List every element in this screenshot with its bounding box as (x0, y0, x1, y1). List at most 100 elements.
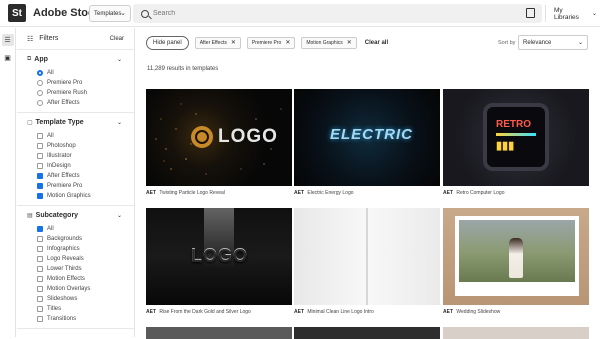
template-thumbnail[interactable]: LOGO (146, 208, 292, 305)
checkbox[interactable] (37, 163, 43, 169)
template-badge: AET (443, 190, 453, 196)
checkbox[interactable] (37, 306, 43, 312)
template-thumbnail[interactable]: RETRO ▮▮▮ (443, 89, 589, 186)
filter-option[interactable]: Motion Effects (17, 274, 134, 284)
chevron-down-icon: ⌄ (591, 11, 597, 17)
radio-button[interactable] (37, 90, 43, 96)
template-card[interactable]: LOGO AET Twisting Particle Logo Reveal (146, 89, 292, 196)
filter-chip[interactable]: Motion Graphics ✕ (301, 36, 357, 49)
template-thumbnail[interactable] (146, 327, 292, 339)
filter-option[interactable]: InDesign (17, 161, 134, 171)
filter-option[interactable]: Logo Reveals (17, 254, 134, 264)
radio-button[interactable] (37, 80, 43, 86)
hide-panel-button[interactable]: Hide panel (146, 35, 189, 50)
template-card[interactable] (443, 327, 589, 339)
filter-option[interactable]: Backgrounds (17, 234, 134, 244)
filters-panel: ☷ Filters Clear ⧉ App ⌄ All Premiere Pro P… (17, 28, 135, 337)
sort-select[interactable]: Relevance ⌄ (518, 35, 588, 50)
checkbox[interactable] (37, 193, 43, 199)
filter-option[interactable]: Transitions (17, 314, 134, 324)
card-title[interactable]: Twisting Particle Logo Reveal (159, 190, 225, 196)
checkbox[interactable] (37, 183, 43, 189)
filters-toggle-icon[interactable]: ☰ (1, 34, 14, 46)
checkbox[interactable] (37, 286, 43, 292)
radio-button[interactable] (37, 100, 43, 106)
search-bar[interactable] (133, 4, 542, 23)
template-icon: ▢ (27, 119, 33, 126)
my-libraries-button[interactable]: My Libraries ⌄ (545, 5, 597, 22)
template-type-header[interactable]: ▢ Template Type ⌄ (17, 113, 134, 131)
filter-option[interactable]: Infographics (17, 244, 134, 254)
filter-chip[interactable]: After Effects ✕ (194, 36, 241, 49)
template-thumbnail[interactable]: ELECTRIC (294, 89, 440, 186)
thumbnail-text: ELECTRIC (330, 126, 413, 143)
checkbox[interactable] (37, 316, 43, 322)
card-title[interactable]: Retro Computer Logo (456, 190, 504, 196)
results-area: Hide panel After Effects ✕ Premiere Pro ✕ … (136, 28, 600, 339)
template-card[interactable]: MEMORABLE EVENTS AET Wedding Slideshow (443, 208, 589, 315)
filter-option[interactable]: Motion Overlays (17, 284, 134, 294)
template-thumbnail[interactable] (294, 327, 440, 339)
filter-option-label: Titles (47, 306, 62, 312)
filter-option[interactable]: Titles (17, 304, 134, 314)
collections-icon[interactable]: ▣ (2, 52, 14, 64)
subcategory-title: Subcategory (35, 211, 79, 219)
template-thumbnail[interactable] (294, 208, 440, 305)
template-thumbnail[interactable] (443, 327, 589, 339)
filter-option[interactable]: Premiere Pro (17, 181, 134, 191)
close-icon[interactable]: ✕ (285, 39, 290, 46)
checkbox[interactable] (37, 226, 43, 232)
template-badge: AET (146, 190, 156, 196)
checkbox[interactable] (37, 256, 43, 262)
filter-option[interactable]: After Effects (17, 171, 134, 181)
template-thumbnail[interactable]: LOGO (146, 89, 292, 186)
checkbox[interactable] (37, 133, 43, 139)
template-thumbnail[interactable]: MEMORABLE EVENTS (443, 208, 589, 305)
card-caption: AET Wedding Slideshow (443, 309, 589, 315)
adobe-stock-logo[interactable]: St (8, 4, 26, 22)
filter-option[interactable]: All (17, 131, 134, 141)
category-select[interactable]: Templates ⌄ (89, 5, 131, 22)
filter-option[interactable]: All (17, 224, 134, 234)
clear-all-link[interactable]: Clear all (365, 40, 388, 46)
subcategory-header[interactable]: ▤ Subcategory ⌄ (17, 206, 134, 224)
checkbox[interactable] (37, 236, 43, 242)
template-card[interactable] (146, 327, 292, 339)
template-card[interactable]: ELECTRIC AET Electric Energy Logo (294, 89, 440, 196)
template-card[interactable]: RETRO ▮▮▮ AET Retro Computer Logo (443, 89, 589, 196)
close-icon[interactable]: ✕ (231, 39, 236, 46)
filter-option[interactable]: Premiere Rush (17, 88, 134, 98)
cart-icon[interactable] (526, 8, 535, 18)
filter-option[interactable]: Premiere Pro (17, 78, 134, 88)
filter-option[interactable]: After Effects (17, 98, 134, 108)
clear-filters-link[interactable]: Clear (110, 36, 124, 42)
filter-option[interactable]: Slideshows (17, 294, 134, 304)
search-input[interactable] (153, 10, 513, 17)
card-title[interactable]: Wedding Slideshow (456, 309, 500, 315)
template-card[interactable] (294, 327, 440, 339)
checkbox[interactable] (37, 153, 43, 159)
checkbox[interactable] (37, 143, 43, 149)
card-title[interactable]: Electric Energy Logo (307, 190, 353, 196)
filter-option[interactable]: Motion Graphics (17, 191, 134, 201)
filter-option[interactable]: Photoshop (17, 141, 134, 151)
filter-option[interactable]: Illustrator (17, 151, 134, 161)
close-icon[interactable]: ✕ (347, 39, 352, 46)
filter-chip[interactable]: Premiere Pro ✕ (246, 36, 296, 49)
thumbnail-text: LOGO (218, 126, 278, 147)
template-card[interactable]: LOGO AET Rise From the Dark Gold and Sil… (146, 208, 292, 315)
filter-option[interactable]: Lower Thirds (17, 264, 134, 274)
radio-button[interactable] (37, 70, 43, 76)
card-title[interactable]: Rise From the Dark Gold and Silver Logo (159, 309, 250, 315)
app-section-title: App (34, 55, 48, 63)
checkbox[interactable] (37, 246, 43, 252)
checkbox[interactable] (37, 276, 43, 282)
app-section-header[interactable]: ⧉ App ⌄ (17, 50, 134, 68)
checkbox[interactable] (37, 173, 43, 179)
filter-option-label: Motion Effects (47, 276, 85, 282)
checkbox[interactable] (37, 296, 43, 302)
filter-option[interactable]: All (17, 68, 134, 78)
template-card[interactable]: AET Minimal Clean Line Logo Intro (294, 208, 440, 315)
checkbox[interactable] (37, 266, 43, 272)
card-title[interactable]: Minimal Clean Line Logo Intro (307, 309, 373, 315)
